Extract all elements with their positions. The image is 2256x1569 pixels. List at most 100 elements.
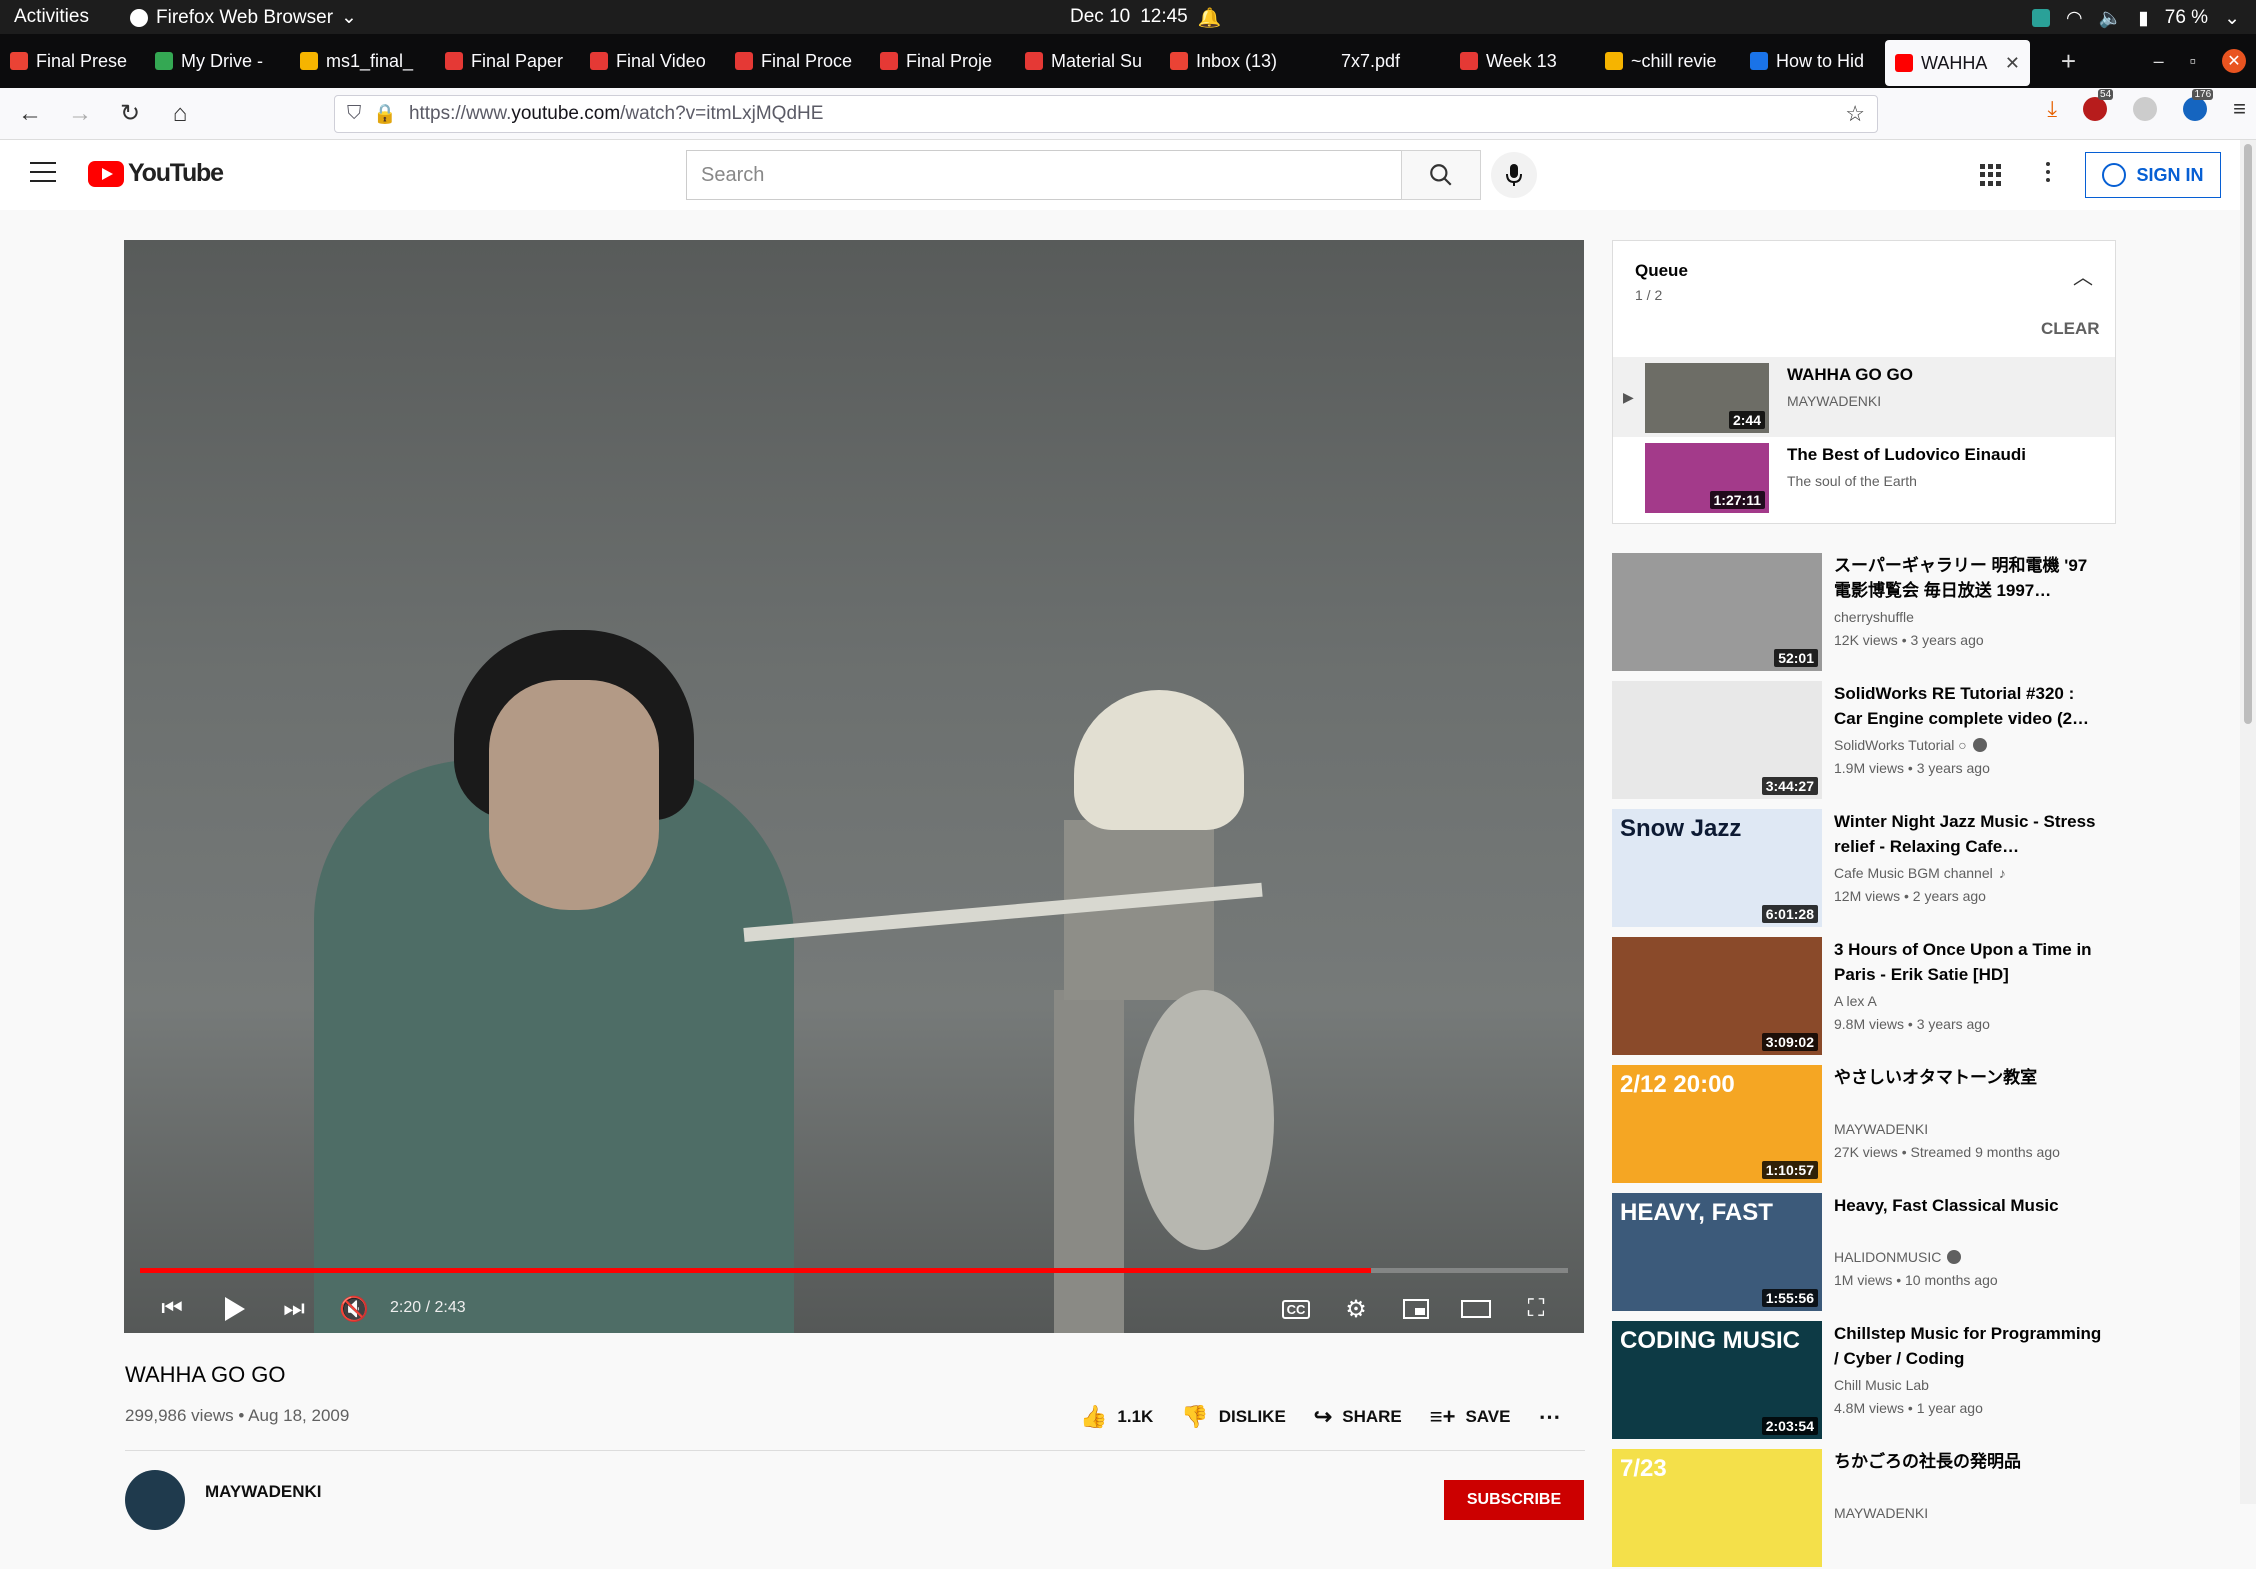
video-thumbnail[interactable]: Snow Jazz 6:01:28 [1612,809,1822,927]
browser-tab[interactable]: Final Paper [435,34,580,88]
recommended-video[interactable]: 7/23 ちかごろの社長の発明品 MAYWADENKI [1612,1449,2112,1569]
url-bar[interactable]: ⛉ 🔒 https://www.youtube.com/watch?v=itmL… [334,95,1878,133]
download-icon[interactable]: ⤓ [2047,96,2057,122]
activities-button[interactable]: Activities [14,6,89,28]
clear-queue-button[interactable]: CLEAR [2041,319,2100,339]
more-actions-icon[interactable]: ⋯ [1538,1404,1560,1430]
recommended-video[interactable]: CODING MUSIC 2:03:54 Chillstep Music for P… [1612,1321,2112,1441]
browser-tab[interactable]: Material Su [1015,34,1160,88]
browser-tab[interactable]: Final Proce [725,34,870,88]
video-thumbnail[interactable]: 7/23 [1612,1449,1822,1567]
recommended-video[interactable]: Snow Jazz 6:01:28 Winter Night Jazz Music … [1612,809,2112,929]
video-thumbnail[interactable]: 3:09:02 [1612,937,1822,1055]
browser-tab[interactable]: Final Video [580,34,725,88]
scrollbar-thumb[interactable] [2244,144,2252,724]
browser-tab[interactable]: WAHHA ✕ [1885,40,2030,86]
video-thumbnail[interactable]: 3:44:27 [1612,681,1822,799]
channel-avatar[interactable] [125,1470,185,1530]
tab-favicon-icon [1895,54,1913,72]
youtube-logo[interactable]: YouTube [88,159,224,188]
tab-label: Final Paper [471,50,564,71]
recommended-video[interactable]: 2/12 20:00 1:10:57 やさしいオタマトーン教室 MAYWADENKI 2… [1612,1065,2112,1185]
browser-tab[interactable]: How to Hid [1740,34,1885,88]
captions-icon[interactable]: CC [1276,1289,1316,1329]
browser-tab[interactable]: Final Proje [870,34,1015,88]
browser-tab[interactable]: ms1_final_ [290,34,435,88]
bookmark-star-icon[interactable]: ☆ [1845,101,1865,127]
settings-more-icon[interactable] [2046,162,2050,182]
previous-icon[interactable]: ⏮ [152,1289,192,1329]
video-player[interactable]: ⏮ ⏭ 🔇 2:20 / 2:43 CC ⚙ ⛶ [124,240,1584,1333]
browser-tab[interactable]: 7x7.pdf [1305,34,1450,88]
recommended-meta: 12K views • 3 years ago [1834,632,1984,648]
app-menu[interactable]: Firefox Web Browser ⌄ [130,6,357,29]
seek-bar[interactable] [140,1268,1568,1273]
recommended-video[interactable]: 52:01 スーパーギャラリー 明和電機 '97電影博覧会 毎日放送 1997… c… [1612,553,2112,673]
maximize-button[interactable]: ▫ [2190,51,2196,72]
play-icon[interactable] [214,1289,254,1329]
dislike-button[interactable]: 👎 DISLIKE [1181,1404,1285,1430]
video-thumbnail[interactable]: CODING MUSIC 2:03:54 [1612,1321,1822,1439]
browser-tab[interactable]: Inbox (13) [1160,34,1305,88]
extension-icon[interactable] [2133,97,2158,121]
recommended-channel: HALIDONMUSIC [1834,1249,1962,1265]
thumbs-up-icon: 👍 [1080,1404,1108,1429]
back-button[interactable]: ← [10,94,50,134]
queue-count: 1 / 2 [1635,287,1663,303]
subscribe-button[interactable]: SUBSCRIBE [1444,1480,1584,1520]
video-thumbnail[interactable]: HEAVY, FAST 1:55:56 [1612,1193,1822,1311]
extension-icon[interactable]: 54 [2083,89,2114,121]
battery-icon: ▮ [2138,7,2149,29]
recommended-video[interactable]: 3:09:02 3 Hours of Once Upon a Time in Pa… [1612,937,2112,1057]
apps-icon[interactable] [1980,164,2002,186]
player-controls: ⏮ ⏭ 🔇 2:20 / 2:43 CC ⚙ ⛶ [124,1285,1584,1333]
like-button[interactable]: 👍 1.1K [1080,1404,1153,1430]
miniplayer-icon[interactable] [1396,1289,1436,1329]
new-tab-button[interactable]: + [2061,46,2076,77]
tab-label: ~chill revie [1631,50,1717,71]
home-button[interactable]: ⌂ [160,94,200,134]
channel-name[interactable]: MAYWADENKI [205,1482,322,1502]
lock-icon[interactable]: 🔒 [373,102,397,126]
mute-icon[interactable]: 🔇 [334,1289,374,1329]
browser-tab[interactable]: Final Prese [0,34,145,88]
clock[interactable]: Dec 10 12:45 🔔 [1070,6,1221,30]
sign-in-button[interactable]: SIGN IN [2085,152,2221,198]
scrollbar[interactable] [2240,140,2256,1504]
theater-mode-icon[interactable] [1456,1289,1496,1329]
next-icon[interactable]: ⏭ [274,1289,314,1329]
browser-tab[interactable]: My Drive - [145,34,290,88]
settings-gear-icon[interactable]: ⚙ [1336,1289,1376,1329]
extension-badge: 54 [2098,89,2114,100]
shield-icon[interactable]: ⛉ [347,103,361,125]
duration-badge: 2:44 [1728,411,1765,429]
close-window-button[interactable]: ✕ [2222,49,2246,73]
extension-icon[interactable]: 176 [2183,89,2214,121]
queue-item[interactable]: ▶ 2:44 WAHHA GO GO MAYWADENKI [1613,357,2115,437]
share-button[interactable]: ↪ SHARE [1314,1404,1402,1430]
fullscreen-icon[interactable]: ⛶ [1516,1289,1556,1329]
queue-item[interactable]: 1:27:11 The Best of Ludovico Einaudi The… [1613,437,2115,517]
chevron-up-icon[interactable]: ︿ [2073,261,2093,290]
search-input[interactable]: Search [686,150,1402,200]
recommended-video[interactable]: 3:44:27 SolidWorks RE Tutorial #320 : Car… [1612,681,2112,801]
browser-tab[interactable]: Week 13 [1450,34,1595,88]
recommended-title: SolidWorks RE Tutorial #320 : Car Engine… [1834,684,2090,728]
minimize-button[interactable]: – [2154,51,2164,72]
close-tab-icon[interactable]: ✕ [2005,53,2020,74]
recommended-video[interactable]: HEAVY, FAST 1:55:56 Heavy, Fast Classical … [1612,1193,2112,1313]
search-button[interactable] [1401,150,1481,200]
tab-label: WAHHA [1921,52,1988,73]
video-thumbnail[interactable]: 2/12 20:00 1:10:57 [1612,1065,1822,1183]
browser-tab[interactable]: ~chill revie [1595,34,1740,88]
video-thumbnail[interactable]: 52:01 [1612,553,1822,671]
recommended-meta: 9.8M views • 3 years ago [1834,1016,1990,1032]
voice-search-button[interactable] [1491,152,1537,198]
forward-button[interactable]: → [60,94,100,134]
guide-menu-icon[interactable] [30,162,56,182]
verified-icon [1972,738,1987,752]
menu-icon[interactable]: ≡ [2233,96,2246,122]
reload-button[interactable]: ↻ [110,94,150,134]
save-button[interactable]: ≡+ SAVE [1430,1404,1511,1430]
system-tray[interactable]: ◠ 🔈 ▮ 76 % ⌄ [2032,6,2240,30]
